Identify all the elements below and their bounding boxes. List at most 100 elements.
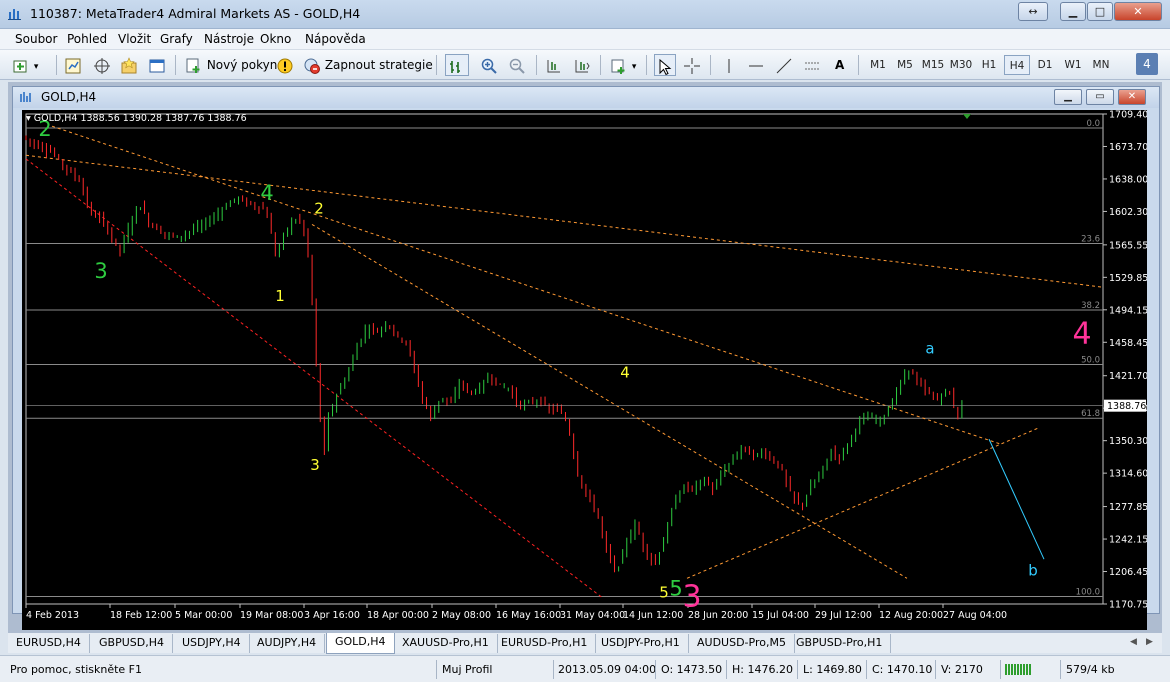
status-open: O: 1473.50 (661, 663, 723, 676)
wave-label: 3 (94, 259, 107, 283)
warning-icon (277, 58, 293, 73)
autoscroll-button[interactable] (573, 54, 591, 76)
zoom-out-button[interactable] (508, 54, 526, 76)
status-traffic: 579/4 kb (1066, 663, 1115, 676)
status-separator (935, 660, 936, 679)
restore-size-button[interactable]: ↔ (1018, 2, 1048, 21)
bar-chart-icon (450, 60, 460, 73)
tab-gbpusd-h4[interactable]: GBPUSD,H4 (91, 634, 173, 653)
y-tick-label: 1673.70 (1109, 142, 1147, 153)
status-separator (655, 660, 656, 679)
x-tick-label: 15 Jul 04:00 (752, 610, 809, 621)
cursor-arrow-icon (659, 58, 672, 75)
tab-audusd-pro-m5[interactable]: AUDUSD-Pro,M5 (689, 634, 795, 653)
x-tick-label: 29 Jul 12:00 (815, 610, 872, 621)
zoom-out-icon (509, 58, 525, 74)
timeframe-m30[interactable]: M30 (948, 55, 974, 75)
x-tick-label: 31 May 04:00 (560, 610, 625, 621)
price-chart[interactable]: 1709.40 1673.70 1638.00 1602.30 1565.55 1529.… (22, 110, 1147, 630)
x-tick-label: 19 Mar 08:00 (240, 610, 303, 621)
chart-restore-button[interactable]: ▭ (1086, 89, 1114, 105)
y-tick-label: 1277.85 (1109, 502, 1147, 513)
symbol-tabs: EURUSD,H4 GBPUSD,H4 USDJPY,H4 AUDJPY,H4 … (8, 632, 1162, 654)
wave-label: 1 (275, 287, 285, 305)
menu-help[interactable]: Nápověda (305, 32, 366, 46)
chart-shift-button[interactable] (545, 54, 563, 76)
current-price-label: 1388.76 (1107, 401, 1146, 412)
tab-scroll-left-icon[interactable]: ◀ (1130, 637, 1137, 647)
timeframe-h4[interactable]: H4 (1004, 55, 1030, 75)
wave-label: 3 (310, 456, 320, 474)
timeframe-m15[interactable]: M15 (920, 55, 946, 75)
tab-eurusd-h4[interactable]: EURUSD,H4 (8, 634, 90, 653)
tab-audjpy-h4[interactable]: AUDJPY,H4 (249, 634, 326, 653)
x-tick-label: 18 Apr 00:00 (367, 610, 429, 621)
autoscroll-icon (575, 59, 590, 72)
chart-minimize-button[interactable]: ▁ (1054, 89, 1082, 105)
menu-tools[interactable]: Nástroje (204, 32, 254, 46)
timeframe-d1[interactable]: D1 (1032, 55, 1058, 75)
timeframe-h1[interactable]: H1 (976, 55, 1002, 75)
trendline-icon (776, 58, 792, 73)
y-tick-label: 1458.45 (1109, 338, 1147, 349)
expert-advisors-button[interactable]: Zapnout strategie (303, 54, 433, 76)
text-tool-button[interactable]: A (835, 54, 844, 76)
timeframe-m5[interactable]: M5 (892, 55, 918, 75)
new-order-button[interactable]: Nový pokyn (185, 54, 277, 76)
close-button[interactable]: ✕ (1114, 2, 1162, 21)
wave-label: 4 (260, 181, 273, 205)
menu-window[interactable]: Okno (260, 32, 291, 46)
timeframe-m1[interactable]: M1 (865, 55, 891, 75)
cursor-tool-button[interactable] (654, 54, 676, 76)
toolbar-separator (175, 55, 176, 75)
trendline-lower-diagonal (25, 158, 603, 598)
equidistant-channel-tool-button[interactable] (803, 54, 821, 76)
menu-charts[interactable]: Grafy (160, 32, 193, 46)
status-profile[interactable]: Muj Profil (442, 661, 492, 678)
y-tick-label: 1314.60 (1109, 469, 1147, 480)
new-chart-icon (13, 60, 27, 72)
menu-file[interactable]: Soubor (15, 32, 57, 46)
new-order-icon (186, 58, 200, 73)
toolbar-separator (858, 55, 859, 75)
tab-gbpusd-pro-h1[interactable]: GBPUSD-Pro,H1 (788, 634, 892, 653)
window-title: 110387: MetaTrader4 Admiral Markets AS -… (30, 6, 361, 21)
toolbar-separator (56, 55, 57, 75)
vertical-line-tool-button[interactable] (720, 54, 738, 76)
tab-xauusd-pro-h1[interactable]: XAUUSD-Pro,H1 (394, 634, 498, 653)
menu-insert[interactable]: Vložit (118, 32, 151, 46)
tab-scroll-right-icon[interactable]: ▶ (1146, 637, 1153, 647)
alert-button[interactable] (276, 54, 294, 76)
horizontal-line-tool-button[interactable] (747, 54, 765, 76)
tab-usdjpy-pro-h1[interactable]: USDJPY-Pro,H1 (593, 634, 689, 653)
status-low: L: 1469.80 (803, 663, 862, 676)
minimize-button[interactable]: ▁ (1060, 2, 1086, 21)
main-toolbar: ▾ Nový pokyn Zapnout strategie ▾ A M1 M5… (0, 50, 1170, 80)
trendline-tool-button[interactable] (775, 54, 793, 76)
expert-advisors-label: Zapnout strategie (324, 58, 433, 72)
trendline-upper-channel (51, 125, 1003, 446)
navigator-button[interactable] (93, 54, 111, 76)
terminal-button[interactable] (148, 54, 166, 76)
timeframe-mn[interactable]: MN (1088, 55, 1114, 75)
tab-usdjpy-h4[interactable]: USDJPY,H4 (174, 634, 250, 653)
market-watch-button[interactable] (64, 54, 82, 76)
toolbar-separator (436, 55, 437, 75)
tab-gold-h4[interactable]: GOLD,H4 (326, 633, 395, 654)
crosshair-tool-button[interactable] (683, 54, 701, 76)
status-separator (553, 660, 554, 679)
star-folder-icon (121, 56, 137, 73)
bar-chart-button[interactable] (445, 54, 469, 76)
chart-close-button[interactable]: ✕ (1118, 89, 1146, 105)
new-chart-button[interactable]: ▾ (12, 54, 38, 76)
favorites-button[interactable] (120, 54, 138, 76)
zoom-in-button[interactable] (480, 54, 498, 76)
menu-view[interactable]: Pohled (67, 32, 107, 46)
x-tick-label: 12 Aug 20:00 (879, 610, 943, 621)
community-badge[interactable]: 4 (1136, 53, 1158, 75)
indicators-button[interactable]: ▾ (610, 54, 636, 76)
timeframe-w1[interactable]: W1 (1060, 55, 1086, 75)
tab-eurusd-pro-h1[interactable]: EURUSD-Pro,H1 (493, 634, 597, 653)
maximize-button[interactable]: □ (1087, 2, 1113, 21)
x-tick-label: 27 Aug 04:00 (943, 610, 1007, 621)
